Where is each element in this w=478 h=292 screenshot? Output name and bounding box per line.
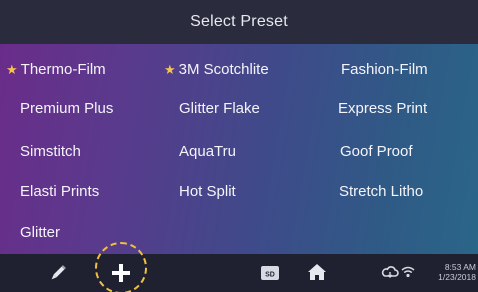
- star-icon: ★: [164, 62, 176, 77]
- preset-label: Elasti Prints: [20, 183, 100, 200]
- preset-3m-scotchlite[interactable]: ★ 3M Scotchlite: [164, 61, 269, 78]
- preset-label: Simstitch: [20, 143, 81, 160]
- preset-label: Stretch Litho: [339, 183, 424, 200]
- clock-date: 1/23/2018: [438, 272, 476, 282]
- svg-text:SD: SD: [265, 272, 275, 279]
- pencil-icon[interactable]: [46, 262, 70, 284]
- status-clock: 8:53 AM 1/23/2018: [418, 262, 476, 282]
- sd-card-icon[interactable]: SD: [258, 263, 282, 283]
- preset-label: Goof Proof: [340, 143, 413, 160]
- wifi-icon: [400, 264, 416, 280]
- preset-label: Hot Split: [179, 183, 236, 200]
- preset-label: Fashion-Film: [341, 61, 428, 78]
- preset-aquatru[interactable]: AquaTru: [179, 143, 236, 160]
- preset-simstitch[interactable]: Simstitch: [20, 143, 81, 160]
- preset-label: 3M Scotchlite: [178, 61, 269, 78]
- preset-label: Glitter Flake: [179, 100, 260, 117]
- preset-thermo-film[interactable]: ★ Thermo-Film: [6, 61, 106, 78]
- preset-goof-proof[interactable]: Goof Proof: [340, 143, 413, 160]
- cloud-icon: [380, 264, 400, 280]
- preset-label: AquaTru: [179, 143, 236, 160]
- preset-hot-split[interactable]: Hot Split: [179, 183, 236, 200]
- preset-fashion-film[interactable]: Fashion-Film: [341, 61, 428, 78]
- clock-time: 8:53 AM: [444, 262, 476, 272]
- star-icon: ★: [6, 62, 18, 77]
- preset-glitter[interactable]: Glitter: [20, 224, 60, 241]
- preset-screen: Select Preset ★ Thermo-Film ★ 3M Scotchlit…: [0, 0, 478, 292]
- preset-grid: ★ Thermo-Film ★ 3M Scotchlite Fashion-Film…: [0, 44, 478, 254]
- page-title: Select Preset: [190, 13, 288, 30]
- home-icon[interactable]: [305, 261, 329, 283]
- plus-icon[interactable]: [108, 260, 134, 286]
- preset-elasti-prints[interactable]: Elasti Prints: [20, 183, 99, 200]
- preset-label: Express Print: [338, 100, 428, 117]
- preset-glitter-flake[interactable]: Glitter Flake: [179, 100, 260, 117]
- header-bar: Select Preset: [0, 0, 478, 44]
- preset-stretch-litho[interactable]: Stretch Litho: [339, 183, 423, 200]
- preset-label: Premium Plus: [20, 100, 114, 117]
- footer-bar: SD: [0, 254, 478, 292]
- preset-label: Glitter: [20, 224, 61, 241]
- preset-express-print[interactable]: Express Print: [338, 100, 427, 117]
- preset-premium-plus[interactable]: Premium Plus: [20, 100, 113, 117]
- preset-label: Thermo-Film: [20, 61, 106, 78]
